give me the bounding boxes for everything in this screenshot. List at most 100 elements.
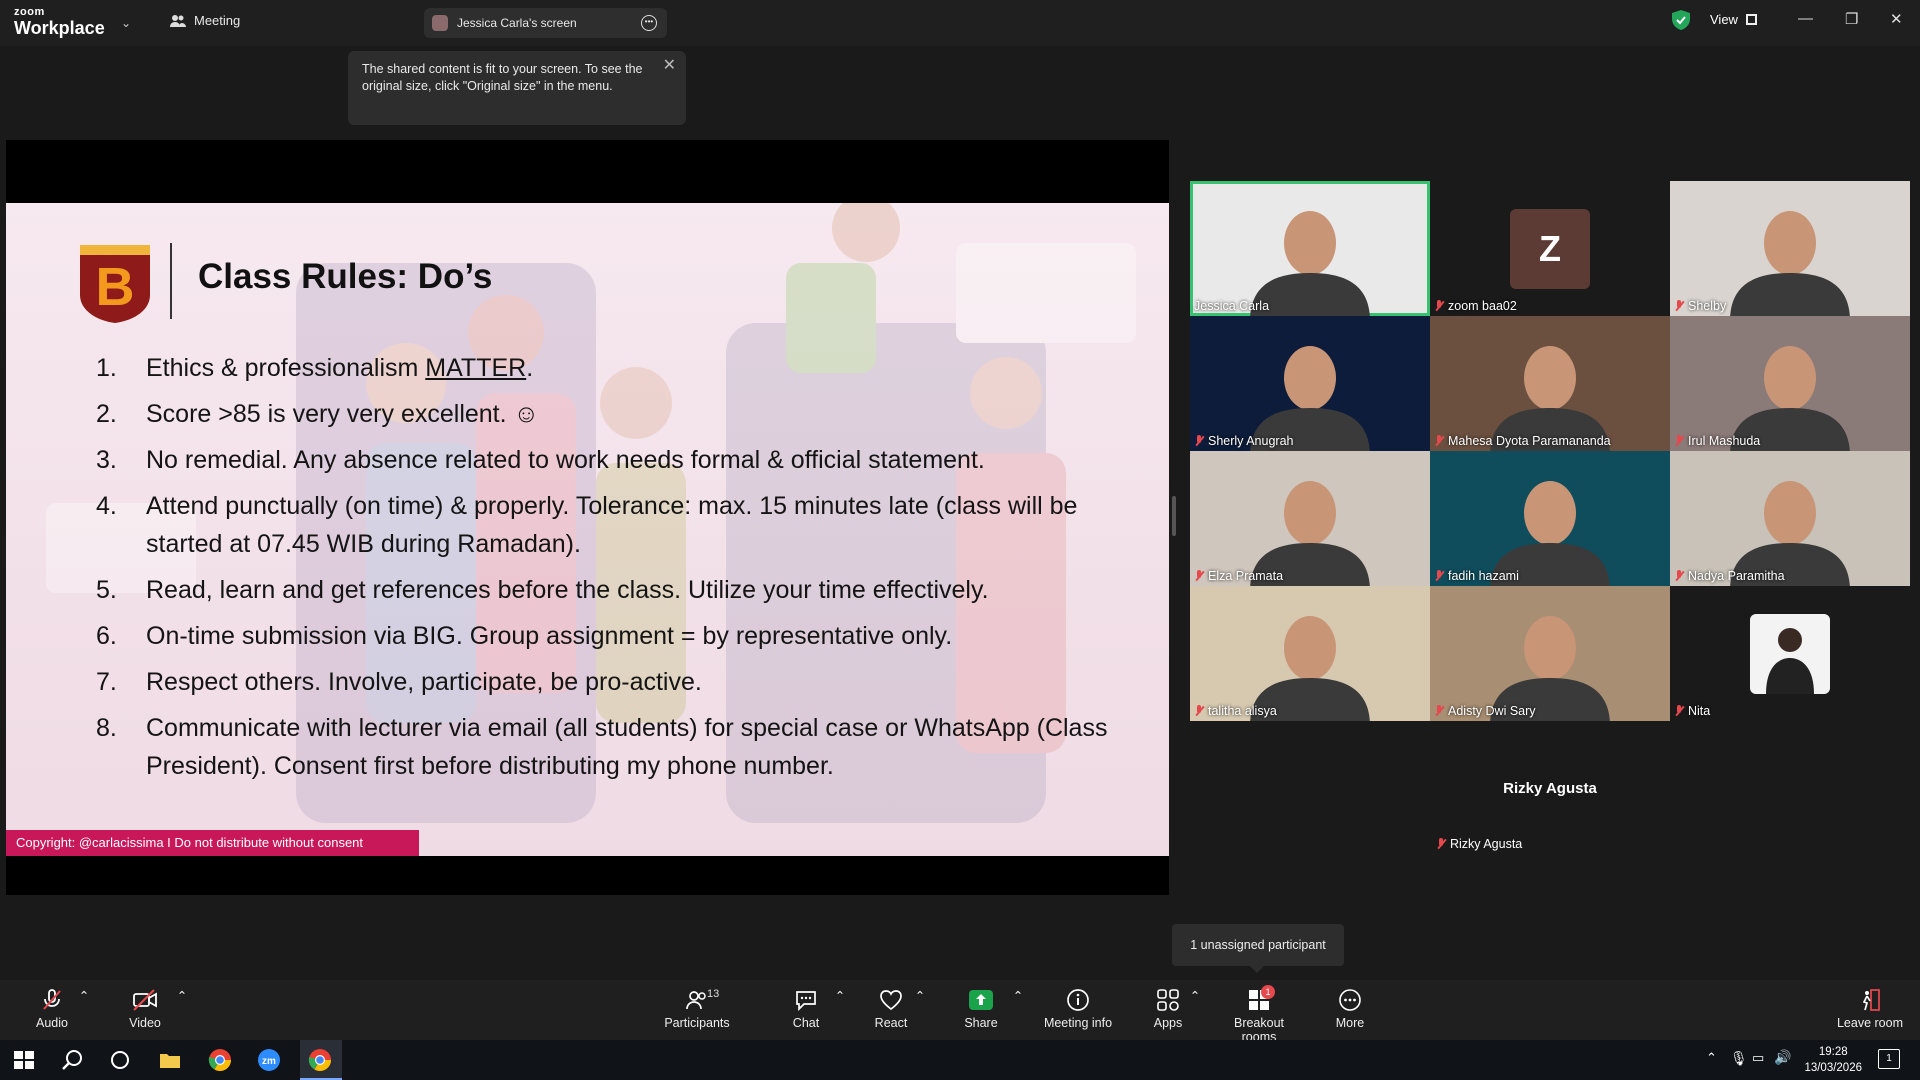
- rule-number: 1.: [96, 354, 117, 382]
- breakout-rooms-button[interactable]: 1 Breakout rooms: [1217, 985, 1301, 1044]
- more-button[interactable]: More: [1310, 988, 1390, 1030]
- rule-text: On-time submission via BIG. Group assign…: [146, 622, 953, 650]
- leave-room-button[interactable]: Leave room: [1830, 988, 1910, 1030]
- microphone-icon[interactable]: 🎙: [1730, 1050, 1748, 1067]
- rule-number: 7.: [96, 668, 117, 696]
- minimize-icon[interactable]: —: [1798, 10, 1813, 27]
- participant-video: [1490, 481, 1610, 586]
- participant-name: Nita: [1674, 704, 1710, 718]
- participant-video: [1490, 616, 1610, 721]
- meeting-toolbar: Audio ⌃ Video ⌃ 13 Participants Chat ⌃ R…: [0, 980, 1920, 1044]
- mic-muted-icon: [1194, 570, 1204, 582]
- mic-muted-icon: [1434, 300, 1444, 312]
- zoom-app-icon[interactable]: zm: [257, 1048, 281, 1072]
- windows-start-icon[interactable]: [12, 1048, 36, 1072]
- rule-item: 5. Read, learn and get references before …: [96, 571, 1126, 609]
- avatar: [1750, 614, 1830, 694]
- participant-tile[interactable]: Zzoom baa02: [1430, 181, 1670, 316]
- participant-tile[interactable]: fadih hazami: [1430, 451, 1670, 586]
- participant-name: zoom baa02: [1434, 299, 1517, 313]
- participant-name: talitha alisya: [1194, 704, 1277, 718]
- mic-muted-icon: [1674, 300, 1684, 312]
- shared-screen-tab[interactable]: Jessica Carla's screen •••: [424, 8, 667, 38]
- participant-tile[interactable]: Mahesa Dyota Paramananda: [1430, 316, 1670, 451]
- rule-number: 3.: [96, 446, 117, 474]
- participant-tile-label[interactable]: Rizky Agusta: [1436, 837, 1522, 851]
- avatar: [432, 15, 448, 31]
- more-options-icon[interactable]: •••: [641, 15, 657, 31]
- close-icon[interactable]: ✕: [1890, 10, 1903, 28]
- participant-name: Jessica Carla: [1194, 299, 1270, 313]
- resize-handle[interactable]: [1172, 496, 1176, 536]
- rule-text: Score >85 is very very excellent. ☺: [146, 400, 540, 428]
- rule-text: Communicate with lecturer via email (all…: [146, 714, 1108, 780]
- chrome-icon[interactable]: [208, 1048, 232, 1072]
- rule-item: 7. Respect others. Involve, participate, …: [96, 663, 1126, 701]
- rule-text: Respect others. Involve, participate, be…: [146, 668, 702, 696]
- svg-text:B: B: [96, 257, 135, 317]
- participant-name: Mahesa Dyota Paramananda: [1434, 434, 1611, 448]
- participant-video: [1250, 346, 1370, 451]
- meeting-info-button[interactable]: Meeting info: [1038, 988, 1118, 1030]
- participant-video: [1250, 481, 1370, 586]
- unassigned-participant-tooltip: 1 unassigned participant: [1172, 924, 1344, 973]
- meeting-tab[interactable]: Meeting: [170, 13, 240, 28]
- chevron-down-icon[interactable]: ⌄: [121, 16, 131, 30]
- mic-muted-icon: [1194, 435, 1204, 447]
- network-icon[interactable]: ▭: [1752, 1050, 1764, 1066]
- participant-tile[interactable]: Jessica Carla: [1190, 181, 1430, 316]
- tray-chevron-icon[interactable]: ⌃: [1706, 1050, 1717, 1066]
- file-explorer-icon[interactable]: [158, 1048, 182, 1072]
- rule-item: 4. Attend punctually (on time) & properly…: [96, 487, 1126, 563]
- rule-item: 6. On-time submission via BIG. Group assi…: [96, 617, 1126, 655]
- rule-number: 2.: [96, 400, 117, 428]
- participant-name: Sherly Anugrah: [1194, 434, 1293, 448]
- mic-muted-icon: [1674, 435, 1684, 447]
- shared-screen-area[interactable]: B Class Rules: Do’s 1. Ethics & professio…: [6, 140, 1169, 895]
- mic-muted-icon: [1674, 570, 1684, 582]
- leave-icon: [1862, 989, 1880, 1011]
- rule-text: Ethics & professionalism MATTER.: [146, 354, 534, 382]
- rule-item: 2. Score >85 is very very excellent. ☺: [96, 395, 1126, 433]
- search-icon[interactable]: [60, 1048, 84, 1072]
- rule-number: 6.: [96, 622, 117, 650]
- participant-name: fadih hazami: [1434, 569, 1519, 583]
- zoom-workplace-logo[interactable]: zoom Workplace: [14, 7, 105, 38]
- participants-button[interactable]: 13 Participants: [657, 988, 737, 1030]
- participant-tile[interactable]: Nadya Paramitha: [1670, 451, 1910, 586]
- participant-video: [1490, 346, 1610, 451]
- rule-text: Attend punctually (on time) & properly. …: [146, 492, 1078, 558]
- participant-video: [1250, 211, 1370, 316]
- participant-tile[interactable]: talitha alisya: [1190, 586, 1430, 721]
- rule-text: No remedial. Any absence related to work…: [146, 446, 985, 474]
- participant-name-large: Rizky Agusta: [1503, 780, 1597, 797]
- rule-number: 5.: [96, 576, 117, 604]
- participant-tile[interactable]: Shelby: [1670, 181, 1910, 316]
- participant-tile[interactable]: Irul Mashuda: [1670, 316, 1910, 451]
- security-shield-icon[interactable]: [1672, 10, 1690, 30]
- task-view-icon[interactable]: [108, 1048, 132, 1072]
- participant-tile[interactable]: Elza Pramata: [1190, 451, 1430, 586]
- participant-tile[interactable]: Nita: [1670, 586, 1910, 721]
- mic-muted-icon: [1436, 838, 1446, 850]
- windows-taskbar: zm ⌃ 🎙 ▭ 🔊 19:28 13/03/2026 1: [0, 1040, 1920, 1080]
- info-icon: [1067, 989, 1089, 1011]
- participant-video: [1730, 211, 1850, 316]
- participant-tile[interactable]: Adisty Dwi Sary: [1430, 586, 1670, 721]
- view-button[interactable]: View: [1710, 12, 1757, 27]
- chevron-up-icon[interactable]: ⌃: [142, 988, 222, 1003]
- mic-muted-icon: [1434, 570, 1444, 582]
- rule-item: 8. Communicate with lecturer via email (a…: [96, 709, 1126, 785]
- volume-icon[interactable]: 🔊: [1774, 1049, 1791, 1066]
- restore-icon[interactable]: ❐: [1845, 10, 1858, 28]
- copyright-bar: Copyright: @carlacissima I Do not distri…: [6, 830, 419, 856]
- participant-tile[interactable]: Sherly Anugrah: [1190, 316, 1430, 451]
- participant-name: Nadya Paramitha: [1674, 569, 1785, 583]
- chrome-icon[interactable]: [308, 1048, 332, 1072]
- grid-icon: [1745, 14, 1757, 25]
- rule-text: Read, learn and get references before th…: [146, 576, 989, 604]
- notification-center-icon[interactable]: 1: [1878, 1049, 1900, 1069]
- clock[interactable]: 19:28 13/03/2026: [1804, 1044, 1862, 1076]
- notification-badge: 1: [1261, 985, 1275, 999]
- close-icon[interactable]: ✕: [663, 57, 676, 74]
